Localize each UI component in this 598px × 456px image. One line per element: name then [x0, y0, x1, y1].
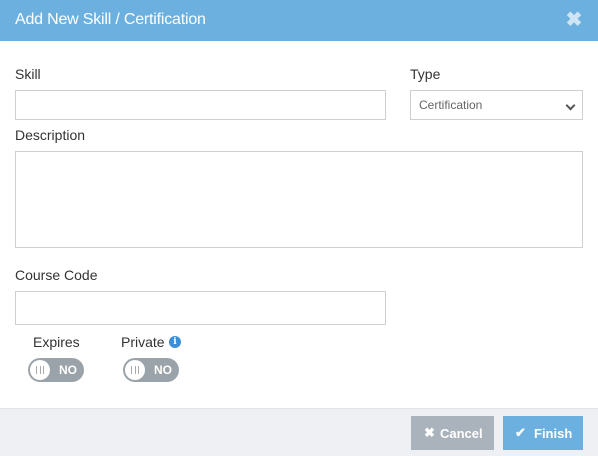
expires-toggle-state: NO	[59, 363, 77, 377]
expires-label: Expires	[33, 334, 80, 350]
skill-label: Skill	[15, 66, 41, 82]
checkmark-icon: ✔	[515, 425, 526, 440]
dialog-title: Add New Skill / Certification	[15, 11, 206, 28]
toggle-knob	[125, 360, 145, 380]
type-label: Type	[410, 66, 441, 82]
finish-button-label: Finish	[534, 426, 573, 441]
close-icon: ✖	[424, 425, 435, 440]
description-textarea[interactable]	[15, 151, 583, 248]
course-code-input[interactable]	[15, 291, 386, 325]
type-select-value: Certification	[419, 98, 483, 112]
dialog-footer: ✖ Cancel ✔ Finish	[0, 408, 598, 456]
dialog-header: Add New Skill / Certification ✖	[0, 0, 598, 41]
close-icon[interactable]: ✖	[564, 9, 584, 31]
expires-toggle[interactable]: NO	[28, 358, 84, 382]
finish-button[interactable]: ✔ Finish	[503, 416, 583, 450]
private-toggle-state: NO	[154, 363, 172, 377]
private-label: Private	[121, 334, 165, 350]
skill-input[interactable]	[15, 90, 386, 120]
add-skill-dialog: Add New Skill / Certification ✖ Skill Ty…	[0, 0, 598, 456]
cancel-button[interactable]: ✖ Cancel	[411, 416, 494, 450]
private-toggle[interactable]: NO	[123, 358, 179, 382]
grip-icon	[36, 366, 44, 374]
grip-icon	[131, 366, 139, 374]
description-label: Description	[15, 127, 86, 143]
cancel-button-label: Cancel	[440, 426, 483, 441]
type-select[interactable]: Certification	[410, 90, 583, 120]
course-code-label: Course Code	[15, 267, 98, 283]
info-icon[interactable]: i	[169, 336, 181, 348]
toggle-knob	[30, 360, 50, 380]
chevron-down-icon	[565, 100, 576, 111]
